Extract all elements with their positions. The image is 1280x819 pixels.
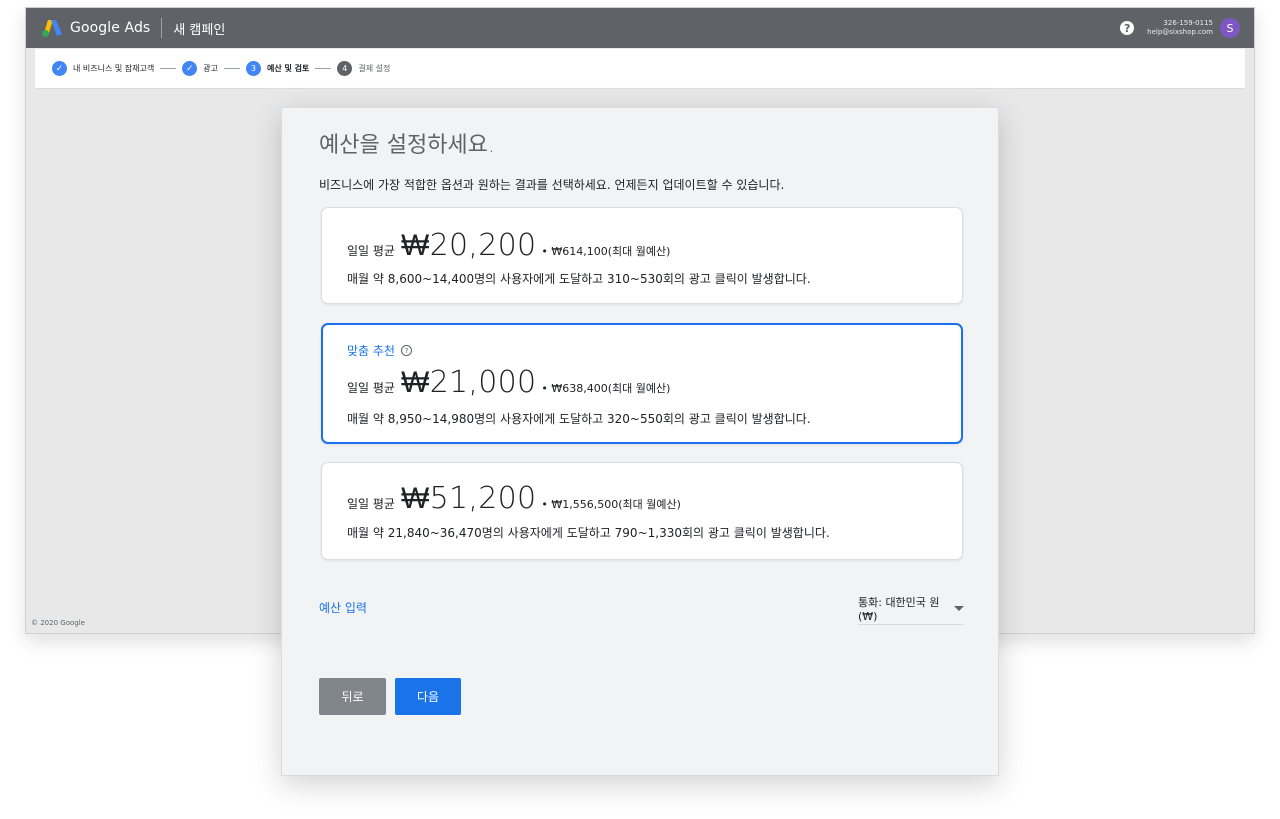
option-description: 매월 약 8,950~14,980명의 사용자에게 도달하고 320~550회의… <box>347 412 811 426</box>
monthly-max: • ₩638,400(최대 월예산) <box>541 382 671 395</box>
check-icon: ✓ <box>182 61 198 76</box>
check-icon: ✓ <box>52 61 67 76</box>
brand-name: Google Ads <box>70 20 151 36</box>
step-connector <box>160 68 177 69</box>
step-business[interactable]: ✓ 내 비즈니스 및 잠재고객 <box>52 61 154 76</box>
step-payment[interactable]: 4 결제 설정 <box>337 61 390 76</box>
daily-amount: ₩20,200 <box>400 228 537 263</box>
title-divider <box>161 18 163 38</box>
step-budget-review[interactable]: 3 예산 및 검토 <box>245 61 310 76</box>
budget-dialog: 예산을 설정하세요. 비즈니스에 가장 적합한 옵션과 원하는 결과를 선택하세… <box>281 107 999 776</box>
step-connector <box>315 68 332 69</box>
next-button[interactable]: 다음 <box>395 678 461 715</box>
enter-budget-link[interactable]: 예산 입력 <box>319 599 367 616</box>
monthly-max: • ₩614,100(최대 월예산) <box>541 245 671 258</box>
account-phone: 326-159-0115 <box>1163 19 1213 27</box>
progress-stepper: ✓ 내 비즈니스 및 잠재고객 ✓ 광고 3 예산 및 검토 4 결제 설정 <box>35 49 1245 89</box>
account-info[interactable]: 326-159-0115 help@sixshop.com <box>1147 19 1213 37</box>
top-bar: Google Ads 새 캠페인 ? 326-159-0115 help@six… <box>26 8 1254 48</box>
account-email: help@sixshop.com <box>1147 28 1213 36</box>
page-title: 새 캠페인 <box>173 22 226 38</box>
recommended-label: 맞춤 추천 <box>347 344 395 358</box>
step-label: 내 비즈니스 및 잠재고객 <box>73 64 155 73</box>
daily-amount: ₩51,200 <box>400 481 537 516</box>
step-connector <box>223 68 240 69</box>
price-row: 일일 평균 ₩21,000 • ₩638,400(최대 월예산) <box>347 365 670 400</box>
step-ads[interactable]: ✓ 광고 <box>182 61 218 76</box>
monthly-max: • ₩1,556,500(최대 월예산) <box>541 498 681 511</box>
step-label: 결제 설정 <box>358 64 391 73</box>
option-description: 매월 약 8,600~14,400명의 사용자에게 도달하고 310~530회의… <box>347 272 811 286</box>
help-icon[interactable]: ? <box>1120 21 1135 35</box>
daily-average-label: 일일 평균 <box>347 497 395 511</box>
step-label: 광고 <box>203 64 218 73</box>
step-label: 예산 및 검토 <box>266 64 310 73</box>
currency-value: 통화: 대한민국 원(₩) <box>858 595 940 623</box>
option-description: 매월 약 21,840~36,470명의 사용자에게 도달하고 790~1,33… <box>347 526 830 540</box>
price-row: 일일 평균 ₩51,200 • ₩1,556,500(최대 월예산) <box>347 481 681 516</box>
account-area: ? 326-159-0115 help@sixshop.com S <box>1120 18 1254 38</box>
dropdown-arrow-icon <box>954 605 964 611</box>
help-circle-icon[interactable]: ? <box>400 345 412 356</box>
dialog-heading: 예산을 설정하세요. <box>319 133 495 158</box>
google-ads-logo-icon[interactable] <box>41 18 63 38</box>
back-button[interactable]: 뒤로 <box>319 678 386 715</box>
dialog-subtitle: 비즈니스에 가장 적합한 옵션과 원하는 결과를 선택하세요. 언제든지 업데이… <box>319 178 785 192</box>
recommended-row: 맞춤 추천 ? <box>347 342 412 359</box>
budget-option-2[interactable]: 맞춤 추천 ? 일일 평균 ₩21,000 • ₩638,400(최대 월예산)… <box>321 323 963 444</box>
daily-amount: ₩21,000 <box>400 365 537 400</box>
currency-select[interactable]: 통화: 대한민국 원(₩) <box>858 592 964 625</box>
step-number: 4 <box>337 61 353 76</box>
price-row: 일일 평균 ₩20,200 • ₩614,100(최대 월예산) <box>347 228 670 263</box>
daily-average-label: 일일 평균 <box>347 381 395 395</box>
avatar[interactable]: S <box>1220 18 1240 38</box>
copyright: © 2020 Google <box>31 619 85 627</box>
step-number: 3 <box>245 61 261 76</box>
daily-average-label: 일일 평균 <box>347 244 395 258</box>
budget-option-1[interactable]: 일일 평균 ₩20,200 • ₩614,100(최대 월예산) 매월 약 8,… <box>321 207 963 304</box>
budget-option-3[interactable]: 일일 평균 ₩51,200 • ₩1,556,500(최대 월예산) 매월 약 … <box>321 462 963 560</box>
